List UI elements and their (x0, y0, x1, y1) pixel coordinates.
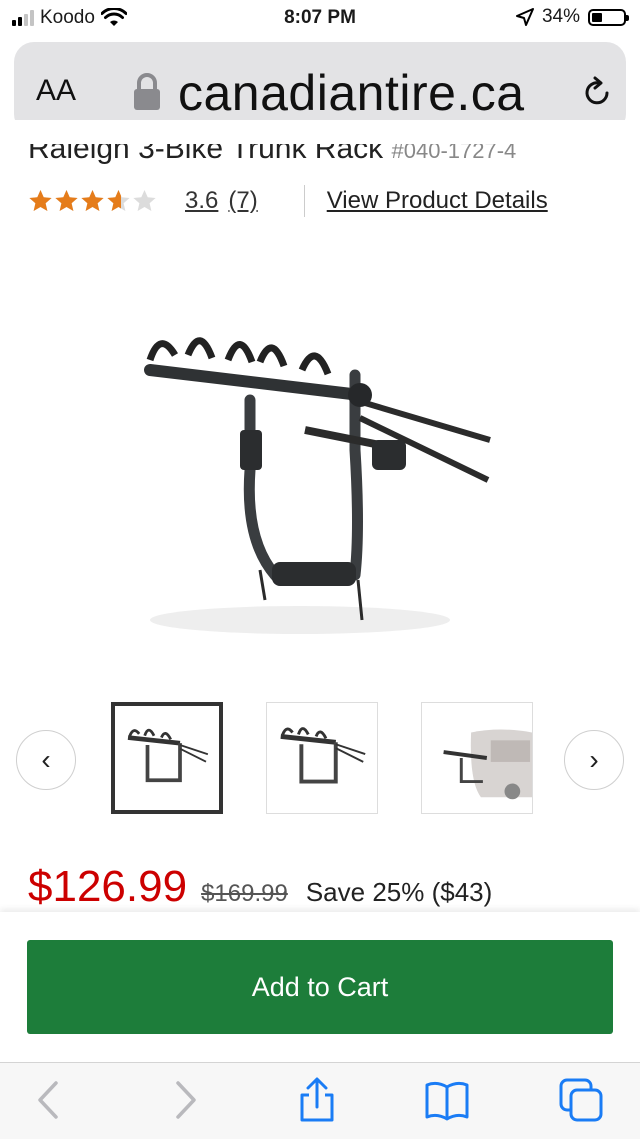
main-product-image[interactable] (110, 300, 530, 660)
thumbnail-2-image (280, 727, 366, 784)
rating-row: 3.6 (7) View Product Details (28, 184, 548, 218)
status-right: 34% (515, 6, 629, 28)
text-size-button[interactable]: AA (36, 74, 76, 108)
thumbnail-1[interactable] (111, 702, 223, 814)
share-icon[interactable] (294, 1077, 340, 1123)
savings-label: Save 25% ($43) (305, 877, 493, 907)
star-icon (29, 190, 52, 211)
url-domain[interactable]: canadiantire.ca (178, 64, 525, 122)
rating-divider (303, 185, 305, 217)
star-rating (28, 189, 157, 213)
thumbnail-3-image (443, 729, 532, 800)
star-icon (133, 190, 156, 211)
battery-icon (588, 8, 629, 26)
star-icon (107, 190, 130, 211)
lock-icon (134, 73, 160, 110)
rating-value-link[interactable]: 3.6 (185, 187, 218, 215)
sale-price: $126.99 (28, 862, 188, 911)
location-arrow-icon (515, 8, 534, 26)
thumbnail-2[interactable] (266, 702, 378, 814)
thumbnail-1-image (127, 728, 209, 783)
view-product-details-link[interactable]: View Product Details (327, 187, 548, 215)
chevron-left-icon: ‹ (41, 744, 51, 775)
star-icon (55, 190, 78, 211)
add-to-cart-label: Add to Cart (251, 971, 389, 1002)
bookmarks-icon[interactable] (424, 1077, 470, 1123)
add-to-cart-button[interactable]: Add to Cart (27, 940, 613, 1034)
star-icon (81, 190, 104, 211)
browser-toolbar (0, 1062, 640, 1139)
forward-icon[interactable] (162, 1077, 208, 1123)
back-icon[interactable] (26, 1077, 72, 1123)
carousel-next-button[interactable]: › (564, 730, 624, 790)
price-row: $126.99 $169.99 Save 25% ($43) (28, 862, 492, 912)
thumbnail-3[interactable] (421, 702, 533, 814)
header-overlap (0, 120, 640, 144)
text-size-label: AA (36, 74, 77, 107)
tabs-icon[interactable] (558, 1077, 604, 1123)
carousel-prev-button[interactable]: ‹ (16, 730, 76, 790)
sticky-cart-bar: Add to Cart (0, 912, 640, 1062)
reload-icon[interactable] (580, 74, 616, 110)
image-carousel: ‹ › (0, 700, 640, 820)
regular-price: $169.99 (201, 880, 288, 907)
chevron-right-icon: › (589, 744, 599, 775)
battery-percent: 34% (541, 6, 580, 27)
status-bar: Koodo 8:07 PM 34% (0, 0, 640, 36)
review-count-link[interactable]: (7) (228, 187, 257, 215)
